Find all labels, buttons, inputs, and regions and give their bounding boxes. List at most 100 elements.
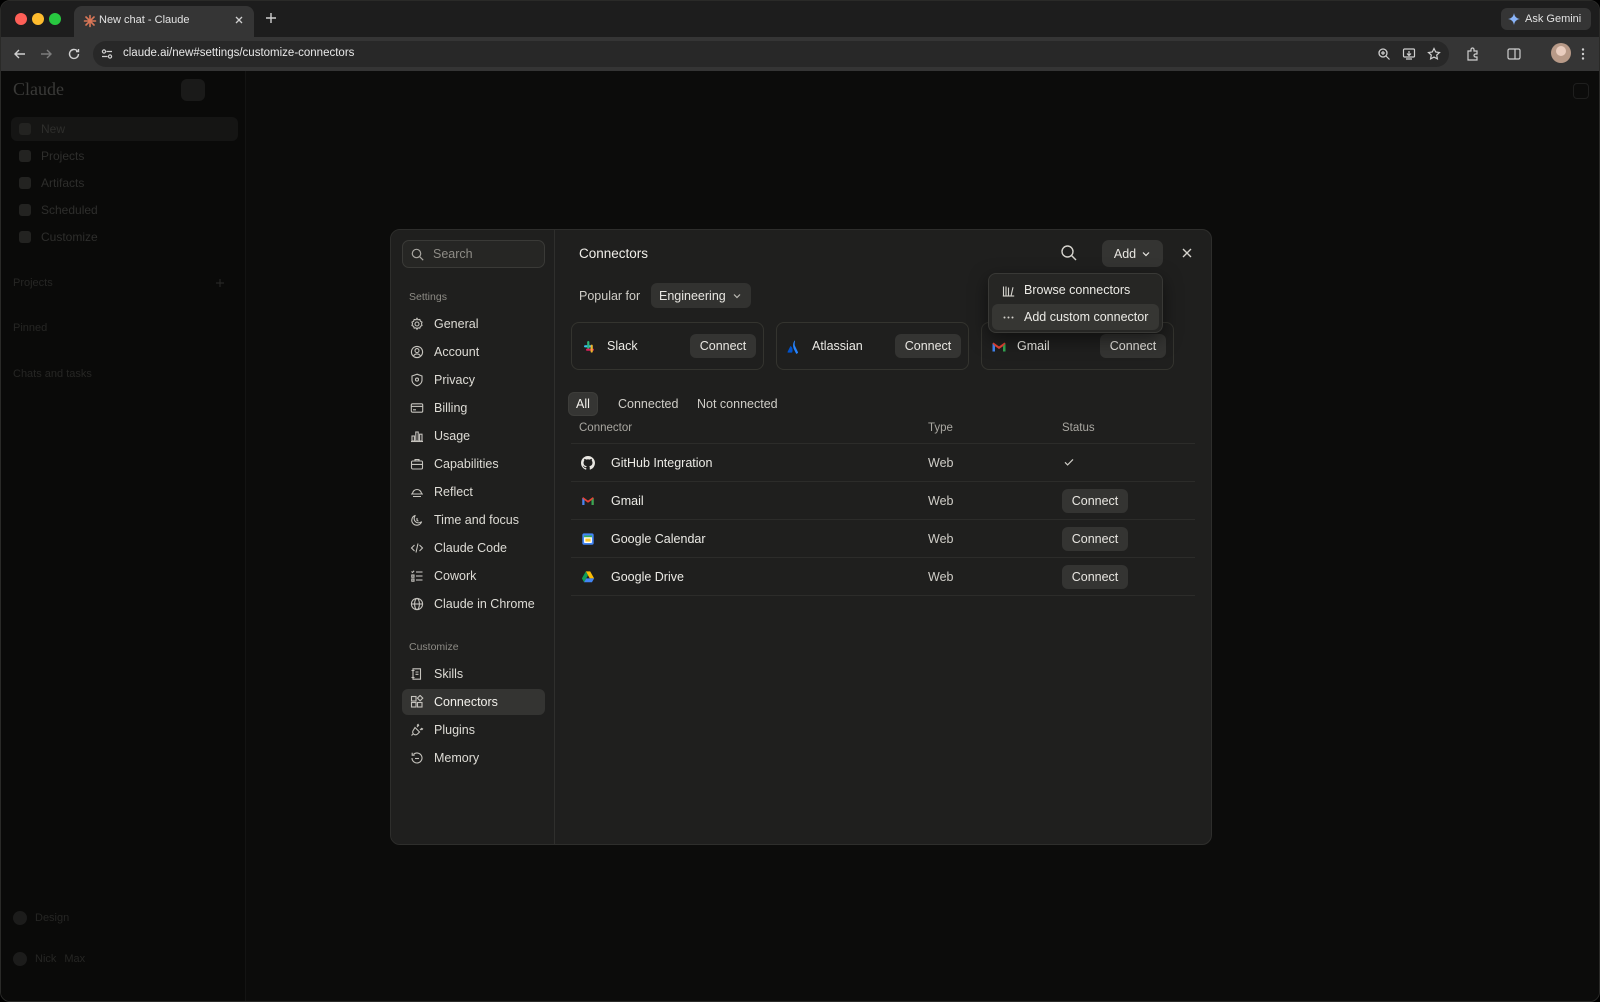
zoom-icon[interactable] <box>1377 47 1391 61</box>
connector-type: Web <box>928 532 954 546</box>
filter-tab-all[interactable]: All <box>568 392 598 416</box>
library-icon <box>1002 284 1015 297</box>
featured-connector-card: Slack Connect <box>571 322 764 370</box>
design-item[interactable]: Design <box>13 911 69 925</box>
sidebar-item-time-and-focus[interactable]: Time and focus <box>402 507 545 533</box>
sunset-icon <box>410 485 424 499</box>
column-header-status: Status <box>1062 422 1095 434</box>
forward-arrow-icon[interactable] <box>38 46 54 62</box>
connect-button[interactable]: Connect <box>1100 334 1166 358</box>
sidebar-item-connectors[interactable]: Connectors <box>402 689 545 715</box>
browser-menu-icon[interactable] <box>1575 46 1591 62</box>
install-app-icon[interactable] <box>1402 47 1416 61</box>
avatar-face <box>1556 46 1566 56</box>
sidebar-item-usage[interactable]: Usage <box>402 423 545 449</box>
connector-name: Gmail <box>1017 339 1050 353</box>
column-header-connector: Connector <box>579 422 633 434</box>
sidebar-item-label: General <box>434 317 479 331</box>
credit-card-icon <box>410 401 424 415</box>
sidebar-item-privacy[interactable]: Privacy <box>402 367 545 393</box>
tab-close-icon[interactable] <box>233 14 245 26</box>
connect-button[interactable]: Connect <box>1062 527 1128 551</box>
folder-icon <box>19 150 31 162</box>
url-text[interactable]: claude.ai/new#settings/customize-connect… <box>123 47 354 59</box>
ask-gemini-button[interactable]: Ask Gemini <box>1501 8 1591 30</box>
reload-icon[interactable] <box>66 46 82 62</box>
settings-search[interactable] <box>402 240 545 268</box>
menu-item-add-custom-connector[interactable]: Add custom connector <box>992 304 1159 330</box>
bar-chart-icon <box>410 429 424 443</box>
user-menu[interactable]: Nick Max <box>13 952 85 966</box>
app-nav-label: New <box>41 122 66 136</box>
sidebar-item-plugins[interactable]: Plugins <box>402 717 545 743</box>
settings-sidebar: Settings General Account Privacy Billing… <box>391 230 555 844</box>
settings-search-input[interactable] <box>433 245 538 263</box>
sidebar-item-capabilities[interactable]: Capabilities <box>402 451 545 477</box>
tab-title: New chat - Claude <box>99 14 190 26</box>
popular-category-select[interactable]: Engineering <box>651 283 751 308</box>
table-row[interactable]: Google Drive Web Connect <box>571 557 1195 595</box>
close-icon[interactable] <box>1179 245 1195 261</box>
plug-icon <box>410 723 424 737</box>
app-nav-new[interactable]: New <box>11 117 238 141</box>
minimize-window-button[interactable] <box>32 13 44 25</box>
slack-icon <box>581 339 597 355</box>
new-chat-icon[interactable] <box>181 79 205 101</box>
connectors-icon <box>410 695 424 709</box>
code-icon <box>410 541 424 555</box>
design-icon <box>13 911 27 925</box>
section-chats[interactable]: Chats and tasks <box>13 368 92 380</box>
new-tab-icon[interactable] <box>263 10 279 26</box>
browser-tab[interactable]: New chat - Claude <box>74 6 254 37</box>
table-row[interactable]: GitHub Integration Web <box>571 443 1195 481</box>
incognito-icon[interactable] <box>1573 83 1589 99</box>
close-window-button[interactable] <box>15 13 27 25</box>
section-projects[interactable]: Projects <box>13 277 53 289</box>
connect-button[interactable]: Connect <box>1062 489 1128 513</box>
user-circle-icon <box>410 345 424 359</box>
bookmark-star-icon[interactable] <box>1427 47 1441 61</box>
reading-mode-icon[interactable] <box>1506 46 1522 62</box>
sidebar-item-cowork[interactable]: Cowork <box>402 563 545 589</box>
sidebar-item-billing[interactable]: Billing <box>402 395 545 421</box>
sidebar-item-label: Skills <box>434 667 464 681</box>
table-row[interactable]: Gmail Web Connect <box>571 481 1195 519</box>
sidebar-item-label: Memory <box>434 751 480 765</box>
app-nav-scheduled[interactable]: Scheduled <box>11 198 238 222</box>
app-nav-projects[interactable]: Projects <box>11 144 238 168</box>
sidebar-item-claude-code[interactable]: Claude Code <box>402 535 545 561</box>
filter-tab-connected[interactable]: Connected <box>611 392 685 416</box>
sidebar-toggle-icon[interactable] <box>211 79 235 101</box>
app-nav-artifacts[interactable]: Artifacts <box>11 171 238 195</box>
app-nav-customize[interactable]: Customize <box>11 225 238 249</box>
filter-tab-not-connected[interactable]: Not connected <box>690 392 785 416</box>
connect-button[interactable]: Connect <box>1062 565 1128 589</box>
menu-item-browse-connectors[interactable]: Browse connectors <box>992 277 1159 303</box>
sidebar-item-general[interactable]: General <box>402 311 545 337</box>
profile-avatar[interactable] <box>1551 43 1571 63</box>
sidebar-item-memory[interactable]: Memory <box>402 745 545 771</box>
clock-icon <box>19 204 31 216</box>
atlassian-icon <box>786 339 802 355</box>
sidebar-item-skills[interactable]: Skills <box>402 661 545 687</box>
back-arrow-icon[interactable] <box>12 46 28 62</box>
sidebar-item-label: Cowork <box>434 569 477 583</box>
maximize-window-button[interactable] <box>49 13 61 25</box>
connect-button[interactable]: Connect <box>895 334 961 358</box>
table-row[interactable]: Google Calendar Web Connect <box>571 519 1195 557</box>
connect-button[interactable]: Connect <box>690 334 756 358</box>
sidebar-item-claude-in-chrome[interactable]: Claude in Chrome <box>402 591 545 617</box>
section-pinned[interactable]: Pinned <box>13 322 47 334</box>
featured-connector-card: Atlassian Connect <box>776 322 969 370</box>
user-plan: Max <box>64 953 86 965</box>
add-project-icon[interactable] <box>215 278 225 288</box>
add-connector-button[interactable]: Add <box>1102 240 1163 267</box>
address-bar[interactable]: claude.ai/new#settings/customize-connect… <box>93 41 1449 67</box>
ask-gemini-label: Ask Gemini <box>1525 13 1582 25</box>
add-connector-menu: Browse connectors Add custom connector <box>988 273 1163 333</box>
sidebar-item-reflect[interactable]: Reflect <box>402 479 545 505</box>
extensions-puzzle-icon[interactable] <box>1465 46 1481 62</box>
search-icon[interactable] <box>1060 244 1078 262</box>
site-info-icon[interactable] <box>100 47 114 61</box>
sidebar-item-account[interactable]: Account <box>402 339 545 365</box>
